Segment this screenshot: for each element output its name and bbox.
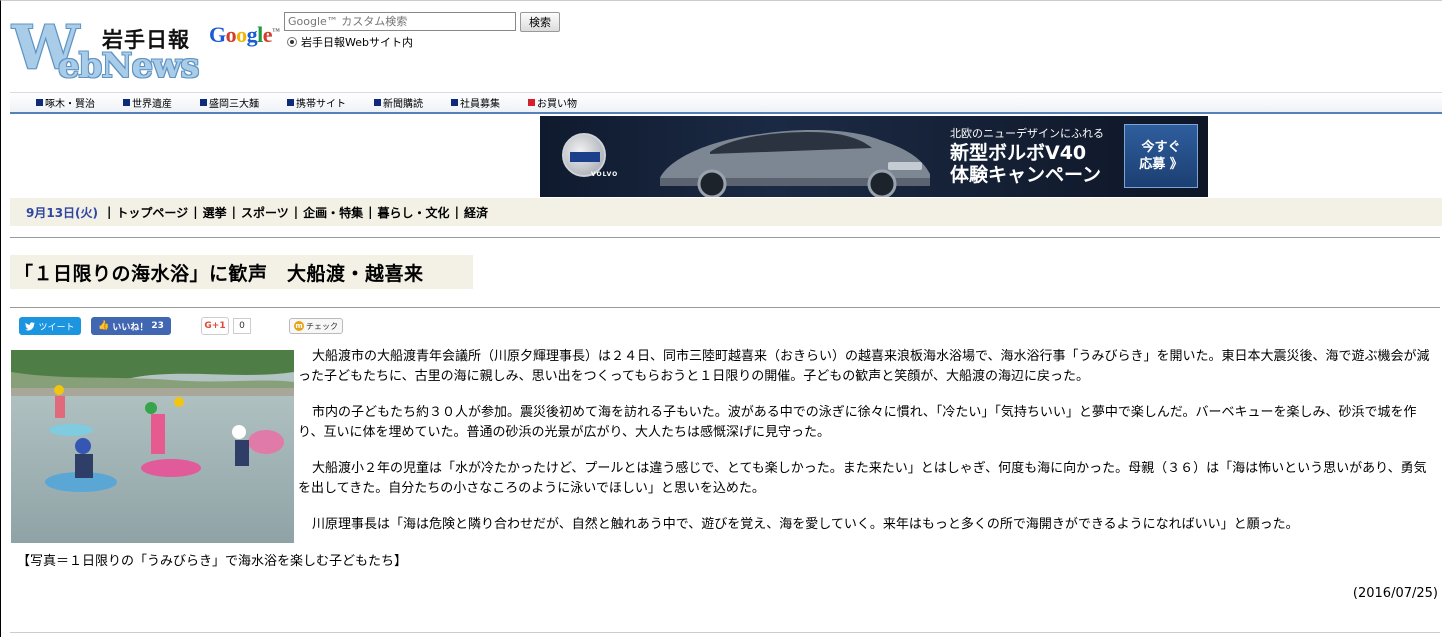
google-plus-count: 0 xyxy=(233,318,251,334)
subnav-item-world-heritage[interactable]: 世界遺産 xyxy=(123,95,172,110)
gplus-label: G+1 xyxy=(204,321,226,331)
square-bullet-icon xyxy=(123,99,130,106)
nav-link-features[interactable]: 企画・特集 xyxy=(303,204,363,221)
twitter-bird-icon xyxy=(25,321,36,330)
subnav-item-recruitment[interactable]: 社員募集 xyxy=(451,95,500,110)
banner-headline-line1: 新型ボルボV40 xyxy=(950,142,1087,164)
subnav-item-mobile-site[interactable]: 携帯サイト xyxy=(287,95,346,110)
banner-headline-line2: 体験キャンペーン xyxy=(950,164,1102,186)
square-bullet-icon xyxy=(451,99,458,106)
volvo-banner-ad[interactable]: VOLVO 北欧のニューデザインにふれる 新型ボルボV40 体験キャンペーン 今… xyxy=(540,116,1208,197)
search-input[interactable] xyxy=(284,12,516,31)
search-button[interactable]: 検索 xyxy=(520,12,560,32)
article-body: 大船渡市の大船渡青年会議所（川原夕輝理事長）は２４日、同市三陸町越喜来（おきらい… xyxy=(298,347,1436,551)
subnav-item-subscription[interactable]: 新聞購読 xyxy=(374,95,423,110)
sub-navigation: 啄木・賢治 世界遺産 盛岡三大麺 携帯サイト 新聞購読 社員募集 お買い物 xyxy=(10,92,1442,114)
photo-caption: 【写真＝１日限りの「うみびらき」で海水浴を楽しむ子どもたち】 xyxy=(17,554,408,569)
square-bullet-icon xyxy=(200,99,207,106)
like-count: 23 xyxy=(151,321,164,331)
nav-separator: | xyxy=(293,205,299,219)
subnav-item-morioka-noodles[interactable]: 盛岡三大麺 xyxy=(200,95,259,110)
article-paragraph: 川原理事長は「海は危険と隣り合わせだが、自然と触れあう中で、遊びを覚え、海を愛し… xyxy=(312,517,1299,532)
article-paragraph: 大船渡市の大船渡青年会議所（川原夕輝理事長）は２４日、同市三陸町越喜来（おきらい… xyxy=(298,349,1430,384)
volvo-brand-text: VOLVO xyxy=(591,171,619,178)
square-bullet-icon xyxy=(528,99,535,106)
nav-link-sports[interactable]: スポーツ xyxy=(241,204,289,221)
mixi-check-button[interactable]: m チェック xyxy=(289,318,343,334)
social-buttons: ツイート 👍 いいね！ 23 G+1 0 m チェック xyxy=(19,317,343,335)
like-label: いいね！ xyxy=(112,322,149,333)
search-scope-label: 岩手日報Webサイト内 xyxy=(301,36,413,49)
nav-link-economy[interactable]: 経済 xyxy=(464,204,488,221)
check-label: チェック xyxy=(306,321,338,331)
car-image xyxy=(660,130,930,197)
nav-separator: | xyxy=(193,205,198,219)
subnav-item-shopping[interactable]: お買い物 xyxy=(528,95,577,110)
main-navigation: 9月13日(火) | トップページ | 選挙 | スポーツ | 企画・特集 | … xyxy=(10,198,1442,226)
nav-separator: | xyxy=(231,205,236,219)
radio-selected-icon[interactable] xyxy=(287,37,297,47)
tweet-button[interactable]: ツイート xyxy=(19,317,81,335)
nav-separator: | xyxy=(454,205,459,219)
nav-link-top[interactable]: トップページ xyxy=(116,204,188,221)
article-photo[interactable] xyxy=(11,350,294,543)
google-plus-button[interactable]: G+1 xyxy=(201,317,229,335)
article-title-box: 「１日限りの海水浴」に歓声 大船渡・越喜来 xyxy=(10,255,473,289)
nav-separator: | xyxy=(107,205,112,219)
square-bullet-icon xyxy=(287,99,294,106)
nav-separator: | xyxy=(368,205,373,219)
webnews-logo[interactable]: W ebNews 岩手日報 xyxy=(12,18,202,86)
tweet-label: ツイート xyxy=(38,322,75,333)
square-bullet-icon xyxy=(36,99,43,106)
search-scope-option[interactable]: 岩手日報Webサイト内 xyxy=(287,34,413,50)
nav-link-lifestyle[interactable]: 暮らし・文化 xyxy=(378,204,450,221)
divider xyxy=(10,237,1440,238)
article-date: (2016/07/25) xyxy=(1352,586,1438,601)
banner-headline: 新型ボルボV40 体験キャンペーン xyxy=(950,142,1101,186)
volvo-emblem-icon: VOLVO xyxy=(562,133,617,178)
thumbs-up-icon: 👍 xyxy=(98,321,110,331)
article-paragraph: 大船渡小２年の児童は「水が冷たかったけど、プールとは違う感じで、とても楽しかった… xyxy=(298,461,1427,496)
square-bullet-icon xyxy=(374,99,381,106)
logo-iwate-nippo: 岩手日報 xyxy=(102,27,190,52)
divider xyxy=(10,632,1440,633)
divider xyxy=(10,307,1440,308)
google-logo: Google™ xyxy=(209,22,280,47)
facebook-like-button[interactable]: 👍 いいね！ 23 xyxy=(91,317,171,335)
banner-subtitle: 北欧のニューデザインにふれる xyxy=(950,127,1104,140)
cta-line2: 応募 》 xyxy=(1139,157,1183,172)
cta-line1: 今すぐ xyxy=(1141,140,1181,155)
nav-date: 9月13日(火) xyxy=(26,205,99,220)
mixi-icon: m xyxy=(294,321,304,331)
nav-link-election[interactable]: 選挙 xyxy=(203,204,227,221)
article-paragraph: 市内の子どもたち約３０人が参加。震災後初めて海を訪れる子もいた。波がある中での泳… xyxy=(298,405,1417,440)
article-title: 「１日限りの海水浴」に歓声 大船渡・越喜来 xyxy=(14,262,424,285)
subnav-item-takuboku-kenji[interactable]: 啄木・賢治 xyxy=(36,95,95,110)
banner-apply-button[interactable]: 今すぐ 応募 》 xyxy=(1124,124,1198,188)
